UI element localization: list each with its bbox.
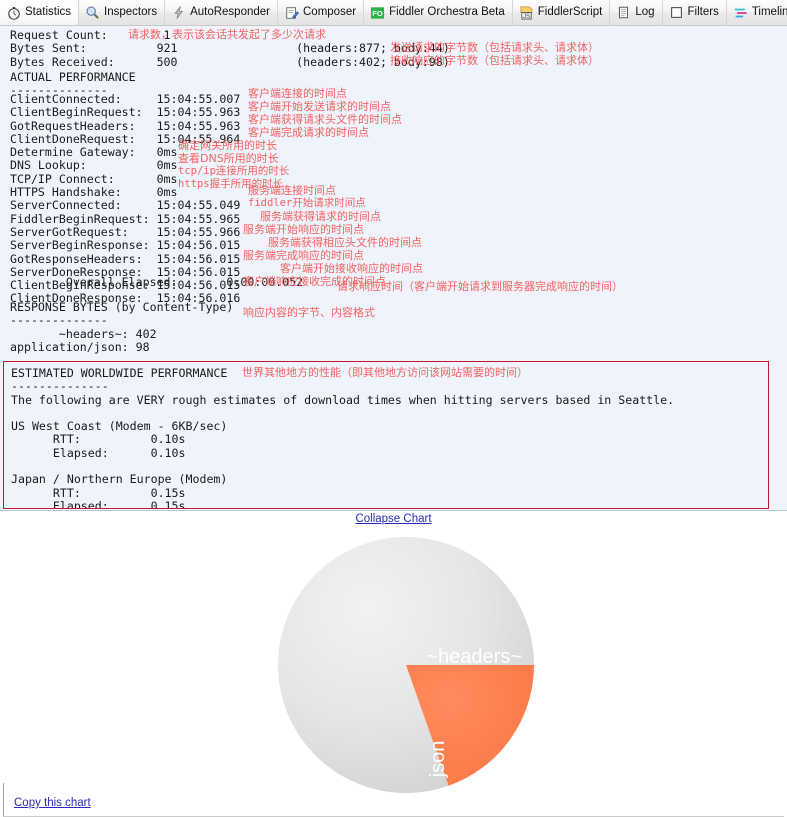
annotation-text: 请求响应时间（客户端开始请求到服务器完成响应的时间） — [337, 280, 623, 293]
tab-label: Filters — [687, 5, 719, 18]
lightning-icon — [171, 5, 186, 20]
tab-label: Inspectors — [104, 5, 158, 18]
annotation-text: fiddler开始请求时间点 — [248, 197, 366, 209]
js-script-icon: JS — [519, 5, 534, 20]
timeline-icon — [733, 5, 748, 20]
annotation-text: 响应内容的字节、内容格式 — [243, 306, 375, 319]
annotation-text: 请求数，表示该会话共发起了多少次请求 — [128, 28, 326, 41]
annotation-text: tcp/ip连接所用的时长 — [178, 165, 290, 177]
chart-left-divider — [3, 783, 4, 817]
tab-log[interactable]: Log — [610, 0, 663, 25]
fo-badge-icon: FO — [370, 5, 385, 20]
pie-label-json: json — [427, 741, 449, 779]
tab-label: Timeline — [751, 5, 787, 18]
response-bytes-pie-chart[interactable]: ~headers~ json — [276, 535, 536, 795]
svg-text:JS: JS — [523, 14, 530, 20]
tab-inspectors[interactable]: Inspectors — [79, 0, 166, 25]
svg-text:FO: FO — [372, 8, 383, 17]
tab-label: AutoResponder — [190, 5, 270, 18]
chart-panel: Collapse Chart ~headers~ json Copy this c… — [0, 511, 787, 817]
annotation-text: 接收响应的字节数（包括请求头、请求体） — [390, 54, 599, 67]
statistics-text-pane[interactable]: Request Count: 1 Bytes Sent: 921 (header… — [0, 26, 787, 511]
estimated-performance-annotation: 世界其他地方的性能（即其他地方访问该网站需要的时间） — [242, 366, 528, 379]
pie-label-headers: ~headers~ — [426, 646, 522, 668]
tab-label: Statistics — [25, 5, 72, 18]
copy-this-chart-link[interactable]: Copy this chart — [14, 797, 91, 809]
tab-label: Log — [635, 5, 655, 18]
annotation-text: 客户端获得请求头文件的时间点 — [248, 113, 402, 126]
tab-composer[interactable]: Composer — [278, 0, 365, 25]
pie-chart-svg: ~headers~ json — [278, 536, 534, 793]
annotation-text: 客户端开始接收响应的时间点 — [280, 262, 423, 275]
annotation-text: 发送请求的字节数（包括请求头、请求体） — [390, 41, 599, 54]
estimated-worldwide-performance-box: ESTIMATED WORLDWIDE PERFORMANCE --------… — [3, 361, 769, 509]
tab-timeline[interactable]: Timeline — [727, 0, 787, 25]
estimated-performance-text: ESTIMATED WORLDWIDE PERFORMANCE --------… — [11, 366, 675, 509]
annotation-text: 客户端连接的时间点 — [248, 87, 347, 100]
annotation-text: 查看DNS所用的时长 — [178, 152, 279, 165]
stopwatch-icon — [6, 5, 21, 20]
annotation-text: 服务端获得请求的时间点 — [260, 210, 381, 223]
response-bytes-text: RESPONSE BYTES (by Content-Type) -------… — [10, 300, 234, 354]
magnifier-icon — [85, 5, 100, 20]
tab-label: Composer — [303, 5, 357, 18]
annotation-text: 服务端连接时间点 — [248, 184, 336, 197]
collapse-chart-link[interactable]: Collapse Chart — [0, 513, 787, 525]
log-icon — [616, 5, 631, 20]
tab-fiddler-orchestra-beta[interactable]: FO Fiddler Orchestra Beta — [364, 0, 513, 25]
tab-fiddlerscript[interactable]: JS FiddlerScript — [513, 0, 611, 25]
annotation-text: 确定网关所用的时长 — [178, 139, 277, 152]
timing-breakdown-text: ClientConnected: 15:04:55.007 ClientBegi… — [10, 92, 241, 306]
filter-box-icon — [669, 5, 684, 20]
annotation-text: 客户端开始发送请求的时间点 — [248, 100, 391, 113]
tab-filters[interactable]: Filters — [663, 0, 727, 25]
tab-label: FiddlerScript — [537, 5, 603, 18]
tab-label: Fiddler Orchestra Beta — [389, 5, 505, 18]
annotation-text: 服务端获得相应头文件的时间点 — [268, 236, 422, 249]
annotation-text: 服务端完成响应的时间点 — [243, 249, 364, 262]
annotation-text: 服务端开始响应的时间点 — [243, 223, 364, 236]
main-tab-bar: Statistics Inspectors AutoResponder Comp… — [0, 0, 787, 26]
tab-autoresponder[interactable]: AutoResponder — [165, 0, 278, 25]
compose-icon — [284, 5, 299, 20]
annotation-text: 客户端完成请求的时间点 — [248, 126, 369, 139]
tab-statistics[interactable]: Statistics — [0, 0, 80, 25]
